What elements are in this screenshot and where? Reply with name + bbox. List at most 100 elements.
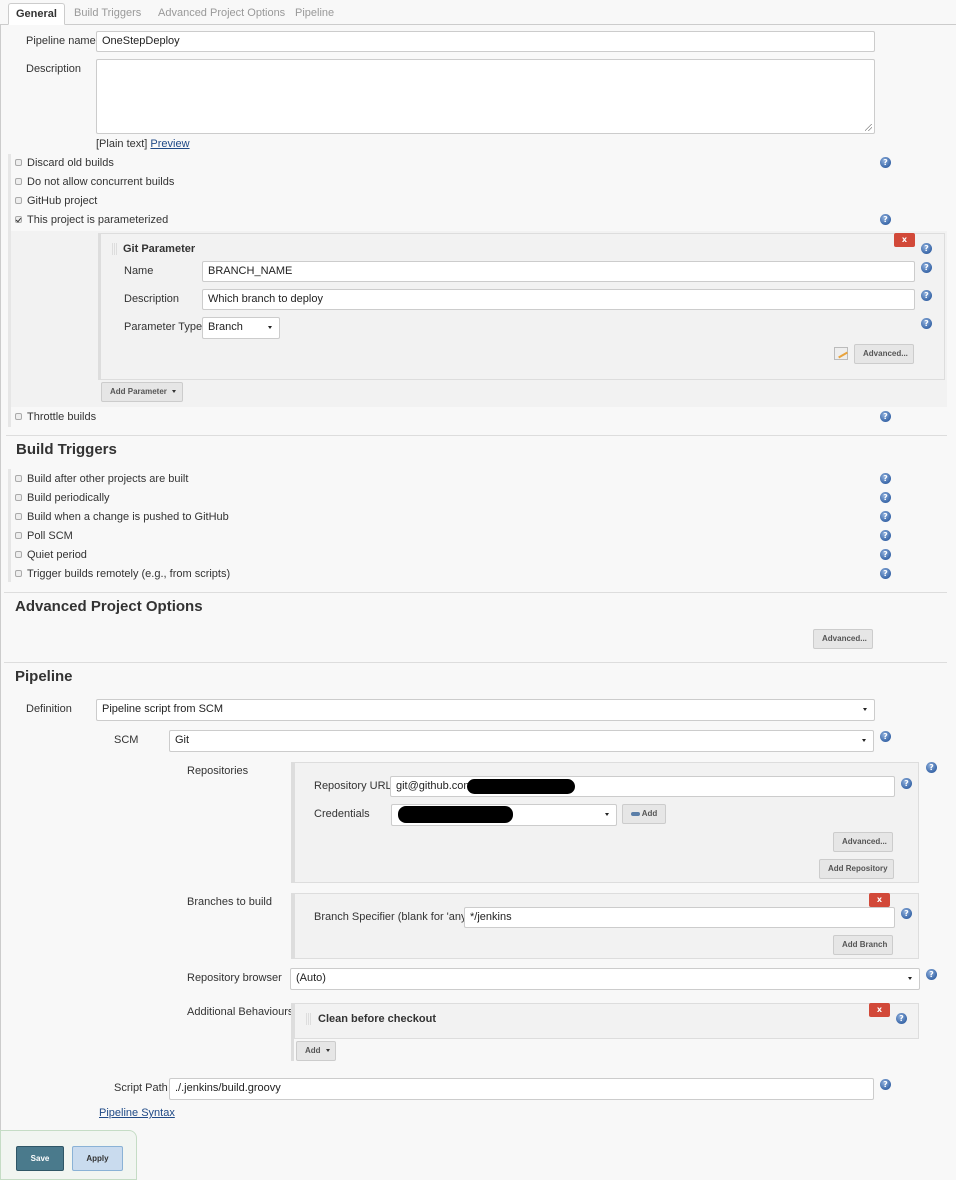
help-icon[interactable]: ? <box>921 290 932 301</box>
repo-browser-select[interactable]: (Auto) <box>290 968 920 990</box>
scm-select[interactable]: Git <box>169 730 874 752</box>
branch-specifier-label: Branch Specifier (blank for 'any') <box>314 911 473 923</box>
save-button[interactable]: Save <box>16 1146 64 1171</box>
param-name-label: Name <box>124 265 154 277</box>
advanced-project-options-heading: Advanced Project Options <box>15 598 203 615</box>
param-description-input[interactable]: Which branch to deploy <box>202 289 915 310</box>
help-icon[interactable]: ? <box>880 511 891 522</box>
help-icon[interactable]: ? <box>880 530 891 541</box>
help-icon[interactable]: ? <box>921 243 932 254</box>
delete-behaviour-button[interactable]: x <box>869 1003 890 1017</box>
pipeline-name-input[interactable]: OneStepDeploy <box>96 31 875 52</box>
drag-handle[interactable] <box>306 1013 311 1025</box>
trigger-checkbox[interactable] <box>15 494 22 501</box>
parameterized-checkbox[interactable] <box>15 216 22 223</box>
help-icon[interactable]: ? <box>880 473 891 484</box>
script-path-label: Script Path <box>114 1082 168 1094</box>
param-description-label: Description <box>124 293 180 305</box>
preview-link[interactable]: Preview <box>150 138 189 150</box>
param-advanced-button[interactable]: Advanced... <box>854 344 914 364</box>
add-branch-button[interactable]: Add Branch <box>833 935 893 955</box>
repositories-label: Repositories <box>187 765 249 777</box>
behaviour-title: Clean before checkout <box>318 1013 436 1025</box>
section-divider <box>6 435 947 436</box>
help-icon[interactable]: ? <box>880 568 891 579</box>
help-icon[interactable]: ? <box>880 731 891 742</box>
description-label: Description <box>26 63 82 75</box>
branch-specifier-input[interactable]: */jenkins <box>464 907 895 928</box>
dropdown-arrow-icon <box>908 977 912 980</box>
help-icon[interactable]: ? <box>880 1079 891 1090</box>
git-parameter-title: Git Parameter <box>123 243 196 255</box>
tab-bar: General Build Triggers Advanced Project … <box>0 0 956 25</box>
tab-general[interactable]: General <box>8 3 65 25</box>
add-repository-button[interactable]: Add Repository <box>819 859 894 879</box>
add-credentials-button[interactable]: Add <box>622 804 666 824</box>
help-icon[interactable]: ? <box>926 762 937 773</box>
resize-grip[interactable] <box>865 124 872 131</box>
help-icon[interactable]: ? <box>880 157 891 168</box>
trigger-label: Trigger builds remotely (e.g., from scri… <box>27 568 231 580</box>
drag-handle[interactable] <box>112 243 117 255</box>
branch-gutter <box>291 893 294 959</box>
branches-label: Branches to build <box>187 896 272 908</box>
delete-branch-button[interactable]: x <box>869 893 890 907</box>
trigger-checkbox[interactable] <box>15 551 22 558</box>
definition-value: Pipeline script from SCM <box>102 703 224 715</box>
help-icon[interactable]: ? <box>896 1013 907 1024</box>
concurrent-builds-checkbox[interactable] <box>15 178 22 185</box>
definition-select[interactable]: Pipeline script from SCM <box>96 699 875 721</box>
trigger-checkbox[interactable] <box>15 475 22 482</box>
definition-label: Definition <box>26 703 72 715</box>
repo-advanced-button[interactable]: Advanced... <box>833 832 893 852</box>
discard-old-builds-label: Discard old builds <box>27 157 114 169</box>
repository-gutter <box>291 762 294 883</box>
description-textarea[interactable] <box>96 59 875 134</box>
tab-advanced-project-options[interactable]: Advanced Project Options <box>151 3 292 25</box>
help-icon[interactable]: ? <box>926 969 937 980</box>
trigger-checkbox[interactable] <box>15 513 22 520</box>
advanced-options-button[interactable]: Advanced... <box>813 629 873 649</box>
tab-build-triggers[interactable]: Build Triggers <box>67 3 148 25</box>
apply-button[interactable]: Apply <box>72 1146 123 1171</box>
throttle-builds-checkbox[interactable] <box>15 413 22 420</box>
add-credentials-label: Add <box>641 809 658 818</box>
help-icon[interactable]: ? <box>880 214 891 225</box>
param-name-input[interactable]: BRANCH_NAME <box>202 261 915 282</box>
key-icon <box>630 811 640 816</box>
dropdown-arrow-icon <box>605 813 609 816</box>
dropdown-arrow-icon <box>863 708 867 711</box>
edit-notepad-icon[interactable] <box>834 347 848 360</box>
throttle-builds-label: Throttle builds <box>27 411 97 423</box>
add-behaviour-button[interactable]: Add <box>296 1041 336 1061</box>
repo-browser-label: Repository browser <box>187 972 282 984</box>
plain-text-label: [Plain text] <box>96 138 148 150</box>
trigger-checkbox[interactable] <box>15 532 22 539</box>
discard-old-builds-checkbox[interactable] <box>15 159 22 166</box>
delete-parameter-button[interactable]: x <box>894 233 915 247</box>
help-icon[interactable]: ? <box>880 492 891 503</box>
github-project-checkbox[interactable] <box>15 197 22 204</box>
tab-pipeline[interactable]: Pipeline <box>288 3 341 25</box>
help-icon[interactable]: ? <box>921 318 932 329</box>
dropdown-arrow-icon <box>862 739 866 742</box>
help-icon[interactable]: ? <box>901 908 912 919</box>
help-icon[interactable]: ? <box>901 778 912 789</box>
additional-behaviours-label: Additional Behaviours <box>187 1006 294 1018</box>
repo-url-input[interactable]: git@github.com: <box>390 776 895 797</box>
pipeline-syntax-link[interactable]: Pipeline Syntax <box>99 1107 175 1119</box>
param-type-select[interactable]: Branch <box>202 317 280 339</box>
concurrent-builds-label: Do not allow concurrent builds <box>27 176 175 188</box>
pipeline-name-label: Pipeline name <box>26 35 96 47</box>
script-path-input[interactable]: ./.jenkins/build.groovy <box>169 1078 874 1100</box>
build-triggers-heading: Build Triggers <box>16 441 117 458</box>
help-icon[interactable]: ? <box>880 411 891 422</box>
trigger-checkbox[interactable] <box>15 570 22 577</box>
help-icon[interactable]: ? <box>880 549 891 560</box>
param-type-label: Parameter Type <box>124 321 203 333</box>
parameter-gutter <box>98 233 101 380</box>
add-parameter-label: Add Parameter <box>110 387 167 396</box>
repo-url-label: Repository URL <box>314 780 392 792</box>
help-icon[interactable]: ? <box>921 262 932 273</box>
add-parameter-button[interactable]: Add Parameter <box>101 382 183 402</box>
